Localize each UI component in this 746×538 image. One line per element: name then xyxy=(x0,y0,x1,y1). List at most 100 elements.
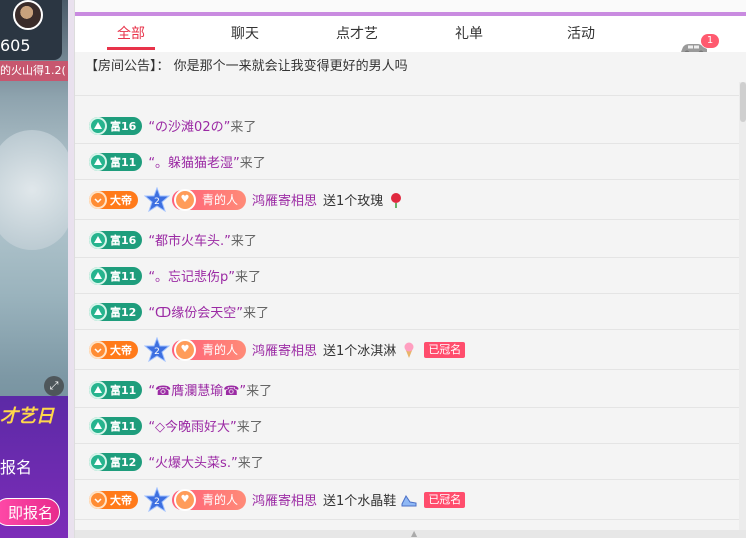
level-badge: 富16 xyxy=(89,116,143,135)
chat-tabs: 全部 聊天 点才艺 礼单 活动 1 xyxy=(75,16,746,56)
heart-icon: ♥ xyxy=(174,488,196,511)
action-text: 来了 xyxy=(230,120,257,135)
action-text: 来了 xyxy=(235,270,262,285)
list-item xyxy=(75,82,739,96)
username[interactable]: “火爆大头菜s.” xyxy=(148,452,237,471)
tab-chat[interactable]: 聊天 xyxy=(215,16,275,52)
level-icon xyxy=(89,452,107,471)
level-icon xyxy=(89,416,107,435)
level-badge: 富11 xyxy=(89,380,143,399)
tab-activity[interactable]: 活动 xyxy=(551,16,611,52)
list-item: 富11 “☎膺瀾慧瑜☎” 来了 xyxy=(75,372,739,408)
promo-banner[interactable]: 才艺日 报名 即报名 xyxy=(0,396,68,538)
level-badge: 富16 xyxy=(89,230,143,249)
tab-gift-list[interactable]: 礼单 xyxy=(439,16,499,52)
list-item: 大帝 2 ♥ 青的人 鸿雁寄相思 送1个玫瑰 xyxy=(75,180,739,220)
fan-tag: ♥ 青的人 xyxy=(172,338,247,361)
list-item: 富11 “◇今晚雨好大” 来了 xyxy=(75,408,739,444)
promo-sign-text: 报名 xyxy=(0,458,33,477)
level-badge: 富11 xyxy=(89,152,143,171)
tab-all[interactable]: 全部 xyxy=(101,16,161,52)
car-count-badge: 1 xyxy=(701,34,719,48)
video-preview[interactable]: 605 的火山得1.2( ⤢ 才艺日 报名 即报名 xyxy=(0,0,68,538)
star-level-icon: 2 xyxy=(144,486,170,512)
level-icon xyxy=(89,380,107,399)
svg-text:2: 2 xyxy=(154,197,160,207)
action-text: 来了 xyxy=(246,384,273,399)
level-badge: 富11 xyxy=(89,416,143,435)
username[interactable]: “ↀ缘份会天空” xyxy=(148,302,243,321)
level-badge: 富12 xyxy=(89,452,143,471)
room-notice: 【房间公告】： 你是那个一来就会让我变得更好的男人吗 xyxy=(75,52,746,82)
scroll-thumb[interactable] xyxy=(740,82,746,122)
list-item: 富16 “の沙滩02の” 来了 xyxy=(75,108,739,144)
username[interactable]: “。躲猫猫老湿” xyxy=(148,152,239,171)
level-icon xyxy=(89,152,107,171)
gift-text: 送1个冰淇淋 xyxy=(323,344,397,359)
level-badge: 大帝 xyxy=(89,340,138,359)
fan-tag: ♥ 青的人 xyxy=(172,188,247,211)
list-item: 富11 “。忘记悲伤p” 来了 xyxy=(75,258,739,294)
action-text: 来了 xyxy=(242,306,269,321)
emperor-icon xyxy=(89,190,107,209)
emperor-icon xyxy=(89,490,107,509)
promo-signup-button[interactable]: 即报名 xyxy=(0,498,60,526)
level-badge: 富11 xyxy=(89,266,143,285)
gift-text: 送1个水晶鞋 xyxy=(323,494,397,509)
anchor-avatar[interactable] xyxy=(13,0,43,30)
gift-text: 送1个玫瑰 xyxy=(323,194,384,209)
level-icon xyxy=(89,266,107,285)
list-item: 大帝 2 ♥ 青的人 鸿雁寄相思 送1个冰淇淋 已冠名 xyxy=(75,330,739,370)
fan-tag: ♥ 青的人 xyxy=(172,488,247,511)
action-text: 来了 xyxy=(237,456,264,471)
username[interactable]: “。忘记悲伤p” xyxy=(148,266,235,285)
notice-text: 你是那个一来就会让我变得更好的男人吗 xyxy=(173,59,408,74)
level-icon xyxy=(89,230,107,249)
sender-name[interactable]: 鸿雁寄相思 xyxy=(252,190,317,209)
drag-handle-icon[interactable]: ▲ xyxy=(411,530,421,538)
level-badge: 大帝 xyxy=(89,190,138,209)
username[interactable]: “☎膺瀾慧瑜☎” xyxy=(148,380,246,399)
rose-icon xyxy=(391,192,402,208)
video-background xyxy=(0,130,68,250)
star-level-icon: 2 xyxy=(144,336,170,362)
ticker-banner: 的火山得1.2( xyxy=(0,61,68,81)
sender-name[interactable]: 鸿雁寄相思 xyxy=(252,340,317,359)
level-badge: 富12 xyxy=(89,302,143,321)
level-badge: 大帝 xyxy=(89,490,138,509)
action-text: 来了 xyxy=(230,234,257,249)
list-item: 富16 “都市火车头.” 来了 xyxy=(75,222,739,258)
username[interactable]: “の沙滩02の” xyxy=(148,116,230,135)
emperor-icon xyxy=(89,340,107,359)
panel-top-border xyxy=(75,0,746,16)
level-icon xyxy=(89,302,107,321)
ice-cream-icon xyxy=(404,342,414,358)
crystal-shoe-icon xyxy=(401,494,417,506)
level-icon xyxy=(89,116,107,135)
tab-talent[interactable]: 点才艺 xyxy=(321,16,393,52)
username[interactable]: “都市火车头.” xyxy=(148,230,231,249)
svg-text:2: 2 xyxy=(154,347,160,357)
promo-title: 才艺日 xyxy=(0,406,54,427)
star-level-icon: 2 xyxy=(144,186,170,212)
action-text: 来了 xyxy=(239,156,266,171)
anchor-info: 605 xyxy=(0,0,62,60)
viewer-count: 605 xyxy=(0,36,31,55)
resize-bar[interactable]: ▲ xyxy=(75,530,746,538)
notice-prefix: 【房间公告】： xyxy=(85,59,170,74)
chat-panel: 全部 聊天 点才艺 礼单 活动 1 【房间公告】： 你是那个一来就会让我变得更好… xyxy=(74,0,746,538)
heart-icon: ♥ xyxy=(174,188,196,211)
list-item: 富12 “ↀ缘份会天空” 来了 xyxy=(75,294,739,330)
expand-icon[interactable]: ⤢ xyxy=(44,376,64,396)
heart-icon: ♥ xyxy=(174,338,196,361)
list-item: 大帝 2 ♥ 青的人 鸿雁寄相思 送1个水晶鞋 已冠名 xyxy=(75,480,739,520)
chat-list[interactable]: 富16 “の沙滩02の” 来了 富11 “。躲猫猫老湿” 来了 大帝 2 ♥ 青的… xyxy=(75,82,739,530)
username[interactable]: “◇今晚雨好大” xyxy=(148,416,236,435)
crowned-badge: 已冠名 xyxy=(424,341,466,358)
list-item: 富12 “火爆大头菜s.” 来了 xyxy=(75,444,739,480)
crowned-badge: 已冠名 xyxy=(424,491,466,508)
sender-name[interactable]: 鸿雁寄相思 xyxy=(252,490,317,509)
svg-text:2: 2 xyxy=(154,497,160,507)
action-text: 来了 xyxy=(236,420,263,435)
chat-scrollbar[interactable] xyxy=(739,82,746,538)
